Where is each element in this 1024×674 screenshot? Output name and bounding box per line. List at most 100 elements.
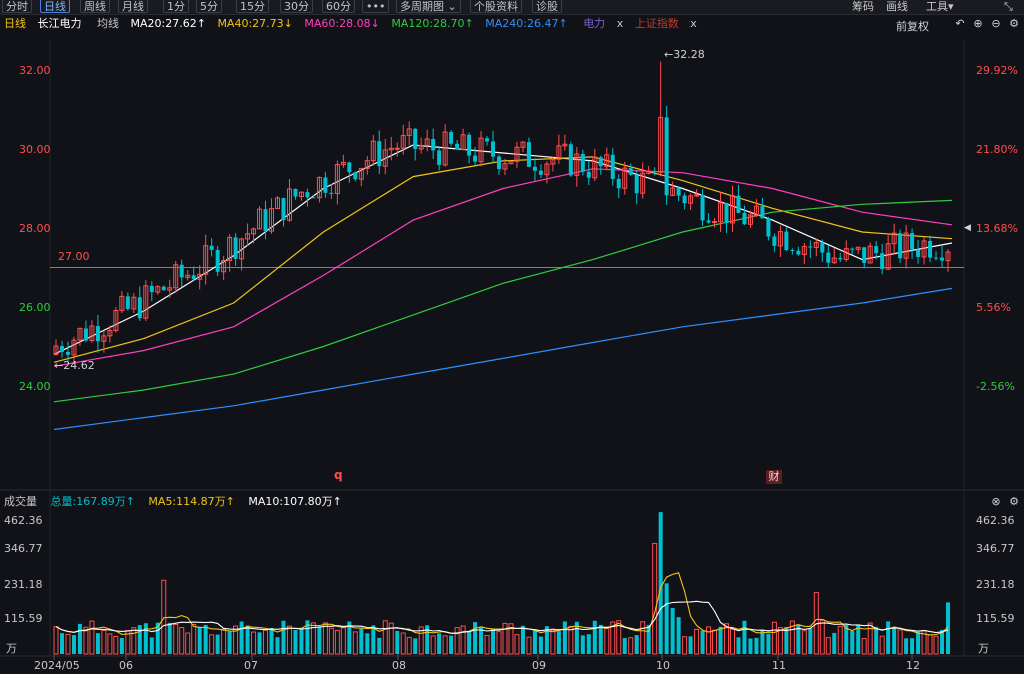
candle-body-down <box>898 233 903 259</box>
candle-body-down <box>676 188 681 196</box>
volume-bar-down <box>808 628 813 654</box>
vol-tick-right: 231.18 <box>976 578 1015 591</box>
volume-settings-icon[interactable]: ⚙ <box>1008 496 1020 508</box>
volume-ma5: MA5:114.87万↑ <box>148 495 235 508</box>
y-tick-right: 29.92% <box>976 64 1018 77</box>
candle-body-down <box>772 236 777 246</box>
candle-body-down <box>784 231 789 251</box>
vol-tick-left-unit: 万 <box>6 642 17 655</box>
candle-body-down <box>742 212 747 225</box>
candle-body-down <box>724 202 729 223</box>
volume-bar-up <box>221 628 227 655</box>
y-tick-right: 13.68% <box>976 222 1018 235</box>
vol-tick-right-unit: 万 <box>978 642 989 655</box>
candle-body-down <box>850 248 855 250</box>
candle-body-down <box>580 153 585 172</box>
volume-bar-down <box>580 635 585 654</box>
volume-bar-up <box>340 627 346 655</box>
x-tick: 09 <box>532 659 546 672</box>
candle-body-down <box>311 197 316 199</box>
ma-line-ma20 <box>53 144 953 355</box>
volume-bar-up <box>185 632 191 655</box>
volume-bar-up <box>382 620 388 655</box>
candle-body-down <box>179 264 184 278</box>
candle-body-down <box>682 195 687 204</box>
volume-bar-up <box>879 635 885 655</box>
volume-bar-down <box>227 631 232 654</box>
volume-bar-up <box>89 620 95 655</box>
volume-bar-up <box>322 622 328 655</box>
y-tick-left: 24.00 <box>19 380 51 393</box>
candle-body-down <box>161 286 166 291</box>
current-price-marker-icon: ◀ <box>964 223 971 233</box>
y-tick-right: 21.80% <box>976 143 1018 156</box>
volume-bar-down <box>437 633 442 654</box>
volume-bar-up <box>550 628 556 655</box>
volume-bar-down <box>910 638 915 654</box>
high-annotation: ←32.28 <box>664 48 705 61</box>
volume-bar-down <box>413 638 418 654</box>
volume-total: 总量:167.89万↑ <box>50 495 135 508</box>
volume-bar-down <box>167 622 172 654</box>
volume-bar-up <box>568 625 574 655</box>
volume-bar-up <box>400 632 406 655</box>
volume-bar-down <box>59 633 64 654</box>
candle-body-down <box>940 257 945 261</box>
volume-bar-up <box>263 629 269 655</box>
candle-body-down <box>305 192 310 198</box>
volume-bar-down <box>736 637 741 654</box>
volume-bar-up <box>927 634 933 655</box>
volume-bar-down <box>71 635 76 654</box>
candle-body-down <box>215 249 220 272</box>
volume-bar-down <box>754 637 759 654</box>
volume-bar-down <box>850 630 855 654</box>
candle-body-down <box>916 249 921 257</box>
volume-bar-down <box>718 626 723 654</box>
kline-chart[interactable] <box>0 0 1024 674</box>
candle-body-down <box>874 246 879 254</box>
event-marker-finance[interactable]: 财 <box>766 470 782 484</box>
volume-bar-up <box>131 627 137 655</box>
candle-body-down <box>437 150 442 165</box>
volume-bar-down <box>377 637 382 654</box>
candle-body-down <box>700 194 705 221</box>
candle-body-down <box>473 155 478 162</box>
candle-body-down <box>790 250 795 252</box>
candle-body-down <box>233 237 238 259</box>
y-tick-left: 30.00 <box>19 143 51 156</box>
volume-bar-down <box>916 631 921 654</box>
ma-line-ma240 <box>53 287 953 431</box>
volume-bar-down <box>796 625 801 654</box>
volume-bar-down <box>299 627 304 654</box>
candle-body-down <box>137 297 142 319</box>
volume-bar-down <box>245 625 250 654</box>
event-marker-q[interactable]: q <box>334 468 343 482</box>
candle-body-up <box>394 147 400 150</box>
volume-bar-down <box>760 630 765 654</box>
volume-bar-down <box>886 621 891 654</box>
x-tick: 11 <box>772 659 786 672</box>
volume-bar-up <box>484 634 490 655</box>
volume-bar-down <box>562 621 567 654</box>
candle-body-down <box>736 195 741 213</box>
candle-body-down <box>664 117 669 196</box>
volume-bar-down <box>676 617 681 654</box>
volume-bar-down <box>538 636 543 654</box>
x-tick: 06 <box>119 659 133 672</box>
candle-body-down <box>586 171 591 178</box>
volume-bar-down <box>143 623 148 654</box>
candle-body-down <box>706 220 711 223</box>
volume-bar-down <box>215 634 220 654</box>
volume-bar-up <box>514 634 520 655</box>
vol-tick-right: 462.36 <box>976 514 1015 527</box>
candle-body-down <box>497 156 502 170</box>
low-annotation: ←24.62 <box>54 359 95 372</box>
volume-bar-down <box>586 634 591 654</box>
volume-bar-down <box>664 583 669 654</box>
x-tick: 2024/05 <box>34 659 80 672</box>
volume-bar-up <box>819 619 825 655</box>
candle-body-down <box>413 128 418 149</box>
volume-bar-up <box>933 635 939 655</box>
volume-close-icon[interactable]: ⊗ <box>990 496 1002 508</box>
volume-bar-down <box>622 638 627 654</box>
